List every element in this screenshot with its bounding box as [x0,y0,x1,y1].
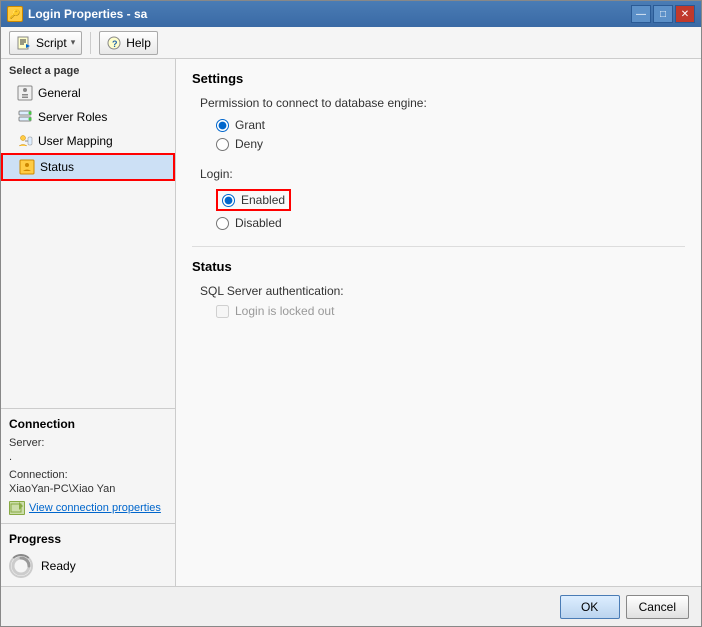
toolbar: Script ▾ ? Help [1,27,701,59]
locked-out-label: Login is locked out [235,304,334,318]
grant-radio[interactable] [216,119,229,132]
sidebar-item-server-roles[interactable]: Server Roles [1,105,175,129]
deny-radio-item: Deny [216,137,685,151]
sidebar-item-general[interactable]: General [1,81,175,105]
progress-status: Ready [41,559,76,573]
sidebar-item-user-mapping-label: User Mapping [38,134,113,148]
disabled-radio-item: Disabled [216,216,685,230]
server-roles-icon [17,109,33,125]
login-subsection: Login: Enabled Disabled [192,167,685,230]
connection-link-text: View connection properties [29,502,161,514]
footer: OK Cancel [1,586,701,626]
title-bar-controls: — □ ✕ [631,5,695,23]
maximize-button[interactable]: □ [653,5,673,23]
sidebar-header: Select a page [1,59,175,81]
grant-radio-item: Grant [216,118,685,132]
deny-radio[interactable] [216,138,229,151]
cancel-button[interactable]: Cancel [626,595,689,619]
disabled-label: Disabled [235,216,282,230]
general-icon [17,85,33,101]
locked-out-checkbox-item: Login is locked out [192,304,685,318]
permission-radio-group: Grant Deny [200,118,685,151]
sidebar-item-general-label: General [38,86,81,100]
sidebar-nav: General Server Roles [1,81,175,408]
main-window: 🔑 Login Properties - sa — □ ✕ Script ▾ [0,0,702,627]
connection-connection-value: XiaoYan-PC\Xiao Yan [9,483,167,495]
window-title: Login Properties - sa [28,7,147,21]
content-area: Settings Permission to connect to databa… [176,59,701,586]
sidebar-item-status-label: Status [40,160,74,174]
enabled-highlight: Enabled [216,189,291,211]
toolbar-separator [90,32,91,54]
title-bar: 🔑 Login Properties - sa — □ ✕ [1,1,701,27]
script-dropdown-arrow: ▾ [71,37,76,48]
progress-spinner [9,554,33,578]
disabled-radio[interactable] [216,217,229,230]
sql-auth-label: SQL Server authentication: [192,284,685,298]
sidebar-item-server-roles-label: Server Roles [38,110,107,124]
ok-button[interactable]: OK [560,595,620,619]
status-section-header: Status [192,259,685,274]
close-button[interactable]: ✕ [675,5,695,23]
sidebar: Select a page General [1,59,176,586]
help-icon: ? [106,35,122,51]
help-label: Help [126,36,151,50]
permission-label: Permission to connect to database engine… [200,96,685,110]
section-divider [192,246,685,247]
user-mapping-icon [17,133,33,149]
connection-title: Connection [9,417,167,431]
status-section: Status SQL Server authentication: Login … [192,259,685,318]
main-layout: Select a page General [1,59,701,586]
script-button[interactable]: Script ▾ [9,31,82,55]
connection-server-label: Server: [9,437,167,449]
connection-connection-label: Connection: [9,469,167,481]
connection-link-icon [9,501,25,515]
progress-section: Progress Ready [1,523,175,586]
script-icon [16,35,32,51]
permission-subsection: Permission to connect to database engine… [192,96,685,151]
svg-text:?: ? [112,39,118,49]
settings-header: Settings [192,71,685,86]
enabled-radio-item: Enabled [216,189,685,211]
progress-title: Progress [9,532,167,546]
script-label: Script [36,36,67,50]
enabled-radio[interactable] [222,194,235,207]
login-radio-group: Enabled Disabled [200,189,685,230]
status-icon [19,159,35,175]
title-bar-left: 🔑 Login Properties - sa [7,6,147,22]
progress-content: Ready [9,554,167,578]
connection-section: Connection Server: . Connection: XiaoYan… [1,408,175,523]
connection-server-value: . [9,451,167,463]
login-label: Login: [200,167,685,181]
locked-out-checkbox[interactable] [216,305,229,318]
minimize-button[interactable]: — [631,5,651,23]
sidebar-item-user-mapping[interactable]: User Mapping [1,129,175,153]
view-connection-properties-link[interactable]: View connection properties [9,501,167,515]
sidebar-item-status[interactable]: Status [1,153,175,181]
deny-label: Deny [235,137,263,151]
enabled-label: Enabled [241,193,285,207]
window-icon: 🔑 [7,6,23,22]
help-button[interactable]: ? Help [99,31,158,55]
grant-label: Grant [235,118,265,132]
